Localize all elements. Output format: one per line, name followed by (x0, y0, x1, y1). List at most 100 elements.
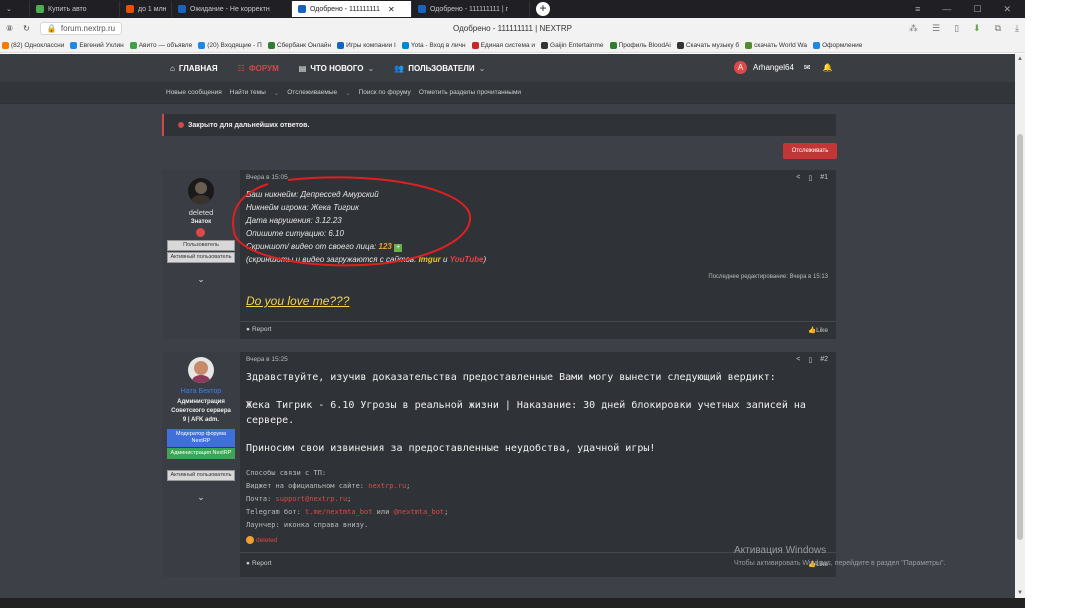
like-button[interactable]: 👍Like (808, 326, 828, 334)
post-1-badge-user: Пользователь (167, 240, 235, 251)
minimize-icon[interactable]: — (942, 4, 951, 15)
lock-icon (178, 122, 184, 128)
subnav-search[interactable]: Поиск по форуму (359, 89, 411, 96)
bookmark-10[interactable]: Скачать музыку б (676, 41, 739, 49)
bookmark-1[interactable]: Евгений Ухлин (70, 41, 124, 49)
close-tab-icon[interactable]: ✕ (388, 5, 395, 14)
nav-whats-new[interactable]: ▤ ЧТО НОВОГО ⌄ (289, 54, 384, 82)
scroll-down-icon[interactable]: ▼ (1017, 590, 1023, 596)
bookmark-4[interactable]: Сбербанк Онлайн (267, 41, 331, 49)
address-bar: ⑧ ↻ 🔒 forum.nextrp.ru Одобрено - 1111111… (0, 18, 1025, 38)
yandex-icon[interactable]: ⑧ (6, 24, 13, 33)
bookmark-3[interactable]: (20) Входящие - П (198, 41, 262, 49)
nav-users[interactable]: 👥 ПОЛЬЗОВАТЕЛИ ⌄ (384, 54, 495, 82)
report-label: Report (251, 560, 272, 567)
nav-users-label: ПОЛЬЗОВАТЕЛИ (408, 63, 475, 73)
nav-forums[interactable]: ☷ ФОРУМ (228, 54, 289, 82)
bookmark-favicon-icon (541, 41, 549, 49)
bell-icon[interactable]: 🔔 (823, 63, 833, 72)
post-2-title-line-2: Советского сервера (171, 408, 231, 414)
post-1: deleted Знаток Пользователь Активный пол… (162, 170, 836, 339)
report-button[interactable]: ● Report (246, 326, 271, 333)
sidebar-toggle[interactable]: ⌄ (0, 1, 30, 17)
nav-home[interactable]: ⌂ ГЛАВНАЯ (160, 54, 228, 82)
watch-button[interactable]: Отслеживать (783, 143, 837, 159)
post-2-number[interactable]: #2 (820, 356, 828, 364)
subnav-new-posts[interactable]: Новые сообщения (166, 89, 222, 96)
reaction-bar[interactable]: deleted (246, 536, 277, 544)
close-window-icon[interactable]: ✕ (1003, 4, 1011, 15)
bookmark-icon[interactable]: ▯ (808, 356, 812, 364)
tab-2[interactable]: Ожидание - Не корректн (172, 1, 292, 17)
post-2-verdict-line-2: сервере. (246, 415, 295, 426)
chevron-down-icon[interactable]: ⌄ (162, 492, 240, 503)
mail-icon[interactable]: ✉ (804, 63, 811, 72)
page-title: Одобрено - 111111111 | NEXTRP (453, 23, 572, 33)
tab-label: Одобрено - 111111111 | г (430, 5, 509, 13)
bookmark-11[interactable]: скачать World Wa (745, 41, 807, 49)
page-scrollbar[interactable]: ▲ ▼ (1015, 54, 1025, 598)
widget-link[interactable]: nextrp.ru (368, 482, 406, 490)
extensions-icon[interactable]: ⧉ (995, 23, 1001, 34)
tab-4[interactable]: Одобрено - 111111111 | г (412, 1, 530, 17)
tab-favicon-icon (126, 5, 134, 13)
scroll-up-icon[interactable]: ▲ (1017, 56, 1023, 62)
subnav-find-threads[interactable]: Найти темы (230, 89, 266, 96)
menu-icon[interactable]: ≡ (915, 4, 920, 15)
bookmark-0[interactable]: (82) Одноклассни (2, 41, 64, 49)
user-menu[interactable]: A Arhangel64 ✉ 🔔 (734, 61, 833, 74)
report-button[interactable]: ● Report (246, 560, 271, 567)
bookmark-label: Единая система и (480, 41, 536, 49)
mail-link[interactable]: support@nextrp.ru (276, 495, 348, 503)
bookmark-icon[interactable]: ▯ (808, 174, 812, 182)
telegram-link-2[interactable]: @nextmta_bot (394, 508, 445, 516)
like-label: Like (816, 327, 828, 334)
post-1-number[interactable]: #1 (820, 174, 828, 182)
post-1-body: Вчера в 15:05 < ▯ #1 Ваш никнейм: Депрес… (232, 170, 836, 339)
tab-1[interactable]: до 1 млн (120, 1, 172, 17)
new-tab-icon[interactable]: + (536, 2, 550, 16)
scrollbar-thumb[interactable] (1017, 134, 1023, 540)
chevron-down-icon[interactable]: ⌄ (345, 89, 350, 97)
bookmark-12[interactable]: Оформление (813, 41, 862, 49)
bookmark-icon[interactable]: ▯ (954, 23, 959, 34)
post-2-badge-active: Активный пользователь (167, 470, 235, 481)
post-2-username[interactable]: Ната Вектор (162, 388, 240, 395)
reaction-user[interactable]: deleted (256, 537, 277, 544)
share-icon[interactable]: < (796, 356, 800, 364)
download-icon[interactable]: ⬇ (973, 23, 981, 34)
post-2-widget-line: Виджет на официальном сайте: nextrp.ru; (246, 482, 410, 490)
bookmark-2[interactable]: Авито — объявле (129, 41, 192, 49)
tab-0[interactable]: Купить авто (30, 1, 120, 17)
maximize-icon[interactable]: ☐ (973, 4, 981, 15)
bookmark-6[interactable]: Yota - Вход в личн (401, 41, 466, 49)
tab-label: Одобрено - 111111111 (310, 5, 380, 13)
post-2-date[interactable]: Вчера в 15:25 (246, 356, 288, 363)
chevron-down-icon[interactable]: ⌄ (274, 89, 279, 97)
url-field[interactable]: 🔒 forum.nextrp.ru (39, 21, 123, 35)
subnav-watched[interactable]: Отслеживаемые (287, 89, 337, 96)
bookmark-5[interactable]: Игры компании I (337, 41, 396, 49)
avatar[interactable] (188, 357, 214, 383)
tab-3[interactable]: Одобрено - 111111111 ✕ (292, 1, 412, 17)
bookmark-7[interactable]: Единая система и (471, 41, 536, 49)
share-icon[interactable]: < (796, 174, 800, 182)
bookmark-8[interactable]: Gaijin Entertainme (541, 41, 604, 49)
post-2-badge-admin: Администрация NextRP (167, 448, 235, 459)
users-icon: 👥 (394, 63, 405, 73)
chevron-down-icon[interactable]: ⌄ (162, 274, 240, 285)
avatar[interactable] (188, 178, 214, 204)
forum-top-nav: ⌂ ГЛАВНАЯ ☷ ФОРУМ ▤ ЧТО НОВОГО ⌄ 👥 ПОЛЬЗОВАТЕ… (0, 54, 1015, 82)
subnav-mark-read[interactable]: Отметить разделы прочитанными (419, 89, 521, 96)
telegram-link-1[interactable]: t.me/nextmta_bot (305, 508, 372, 516)
forum-icon: ☷ (237, 63, 245, 73)
translate-icon[interactable]: ⁂ (909, 23, 918, 34)
reload-icon[interactable]: ↻ (23, 24, 30, 33)
bookmark-label: Gaijin Entertainme (550, 41, 604, 49)
downloads-icon[interactable]: ⤓ (1015, 23, 1019, 34)
reader-icon[interactable]: ☰ (932, 23, 940, 34)
bookmark-label: Игры компании I (346, 41, 396, 49)
post-2-launcher-line: Лаунчер: иконка справа внизу. (246, 521, 369, 529)
bookmark-9[interactable]: Профиль BloodAi (609, 41, 671, 49)
post-2-badge-moderator: Модератор форума NextRP (167, 429, 235, 447)
